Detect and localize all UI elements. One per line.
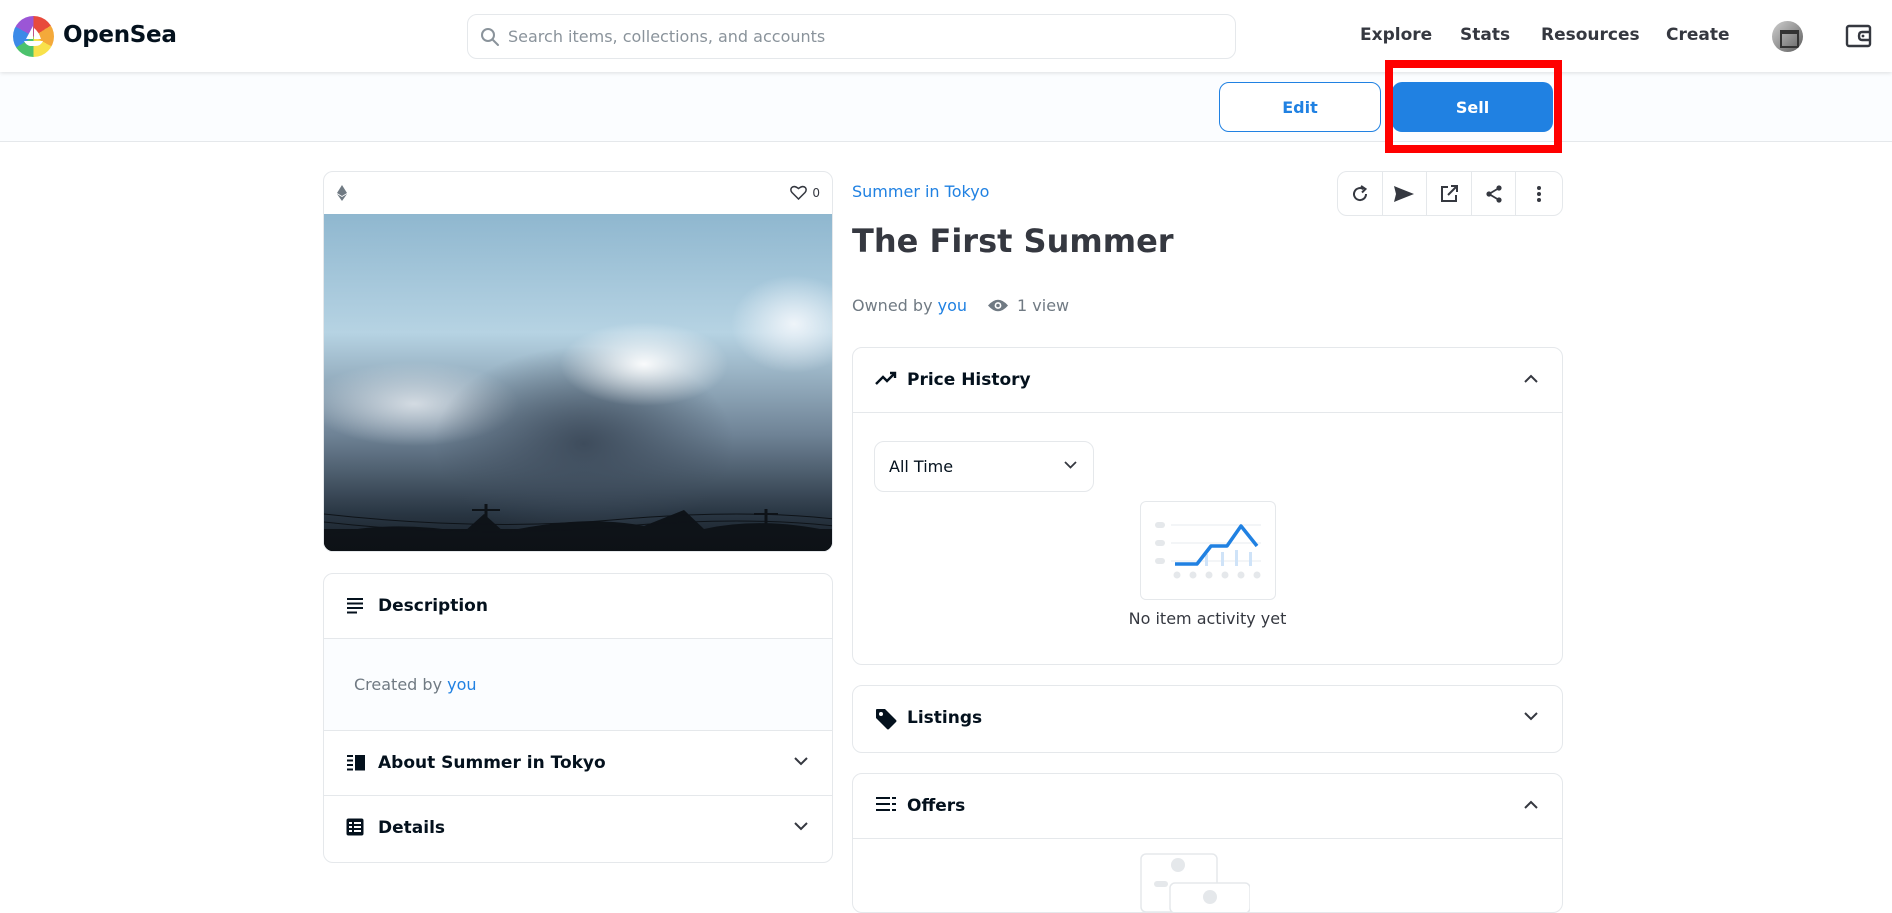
price-history-body: All Time No item activity yet <box>853 413 1562 664</box>
search-bar[interactable] <box>467 14 1236 59</box>
empty-offers-illustration <box>1140 853 1250 912</box>
about-collection-header[interactable]: About Summer in Tokyo <box>324 731 832 796</box>
ownership-row: Owned by you 1 view <box>852 296 1069 315</box>
item-media-card: 0 <box>323 171 833 552</box>
price-history-panel: Price History All Time No item activity … <box>852 347 1563 665</box>
favorite-count: 0 <box>812 185 820 200</box>
tag-icon <box>876 709 897 730</box>
more-options-button[interactable] <box>1516 172 1562 215</box>
refresh-button[interactable] <box>1338 172 1383 215</box>
time-range-value: All Time <box>889 457 954 476</box>
refresh-icon <box>1352 184 1367 201</box>
more-vertical-icon <box>1537 185 1542 202</box>
ethereum-icon <box>337 185 347 201</box>
nav-explore[interactable]: Explore <box>1360 25 1432 45</box>
item-toolbar <box>1337 171 1563 216</box>
sell-button[interactable]: Sell <box>1392 82 1553 132</box>
collection-info-icon <box>347 755 365 771</box>
chart-placeholder-icon <box>1155 522 1261 579</box>
about-collection-title: About Summer in Tokyo <box>378 753 606 773</box>
share-icon <box>1486 184 1502 203</box>
owned-by-prefix: Owned by <box>852 296 933 315</box>
chevron-up-icon[interactable] <box>1524 800 1538 809</box>
offers-panel: Offers <box>852 773 1563 913</box>
transfer-button[interactable] <box>1383 172 1428 215</box>
owner-link[interactable]: you <box>938 296 967 315</box>
item-title: The First Summer <box>852 222 1174 260</box>
edit-button[interactable]: Edit <box>1219 82 1381 132</box>
chevron-down-icon[interactable] <box>794 822 808 831</box>
view-external-button[interactable] <box>1427 172 1472 215</box>
share-button[interactable] <box>1472 172 1517 215</box>
chevron-down-icon <box>1064 461 1077 469</box>
description-card: Description Created by you About Summer … <box>323 573 833 863</box>
details-header[interactable]: Details <box>324 796 832 861</box>
created-by-prefix: Created by <box>354 675 443 694</box>
opensea-logo[interactable] <box>13 16 54 57</box>
item-image[interactable] <box>324 214 832 551</box>
offers-title: Offers <box>907 796 966 816</box>
no-activity-text: No item activity yet <box>1128 609 1287 628</box>
chevron-down-icon[interactable] <box>794 757 808 766</box>
external-link-icon <box>1441 184 1459 202</box>
wallet-icon[interactable] <box>1845 22 1873 50</box>
trending-icon <box>875 371 897 385</box>
nav-resources[interactable]: Resources <box>1541 25 1640 45</box>
item-action-bar: Edit Sell <box>0 72 1892 142</box>
description-body: Created by you <box>324 639 832 731</box>
view-count: 1 view <box>987 296 1069 315</box>
details-title: Details <box>378 818 446 838</box>
listings-panel: Listings <box>852 685 1563 753</box>
time-range-select[interactable]: All Time <box>874 441 1094 492</box>
top-nav: OpenSea Explore Stats Resources Create <box>0 0 1892 72</box>
powerline-silhouette <box>324 504 832 551</box>
listings-title: Listings <box>907 708 983 728</box>
search-icon <box>481 28 499 46</box>
price-history-header[interactable]: Price History <box>853 348 1562 413</box>
listings-header[interactable]: Listings <box>853 686 1562 751</box>
description-header[interactable]: Description <box>324 574 832 639</box>
creator-link[interactable]: you <box>447 675 476 694</box>
nav-create[interactable]: Create <box>1666 25 1730 45</box>
heart-icon[interactable] <box>790 185 808 200</box>
sail-icon <box>24 26 43 46</box>
description-title: Description <box>378 596 488 616</box>
eye-icon <box>988 299 1009 312</box>
favorite-control[interactable]: 0 <box>790 185 820 200</box>
price-history-title: Price History <box>907 370 1031 390</box>
view-count-text: 1 view <box>1017 296 1070 315</box>
brand-name[interactable]: OpenSea <box>63 22 177 48</box>
profile-avatar[interactable] <box>1772 21 1803 52</box>
description-icon <box>347 598 363 614</box>
send-icon <box>1394 185 1415 202</box>
search-input[interactable] <box>508 15 1218 58</box>
offers-header[interactable]: Offers <box>853 774 1562 839</box>
details-icon <box>346 818 364 836</box>
created-by-text: Created by you <box>354 675 477 694</box>
collection-link[interactable]: Summer in Tokyo <box>852 182 989 201</box>
empty-chart-illustration <box>1140 501 1276 600</box>
nav-stats[interactable]: Stats <box>1460 25 1510 45</box>
chevron-down-icon[interactable] <box>1524 712 1538 721</box>
offers-list-icon <box>876 797 896 811</box>
chevron-up-icon[interactable] <box>1524 374 1538 383</box>
media-header: 0 <box>324 172 832 214</box>
